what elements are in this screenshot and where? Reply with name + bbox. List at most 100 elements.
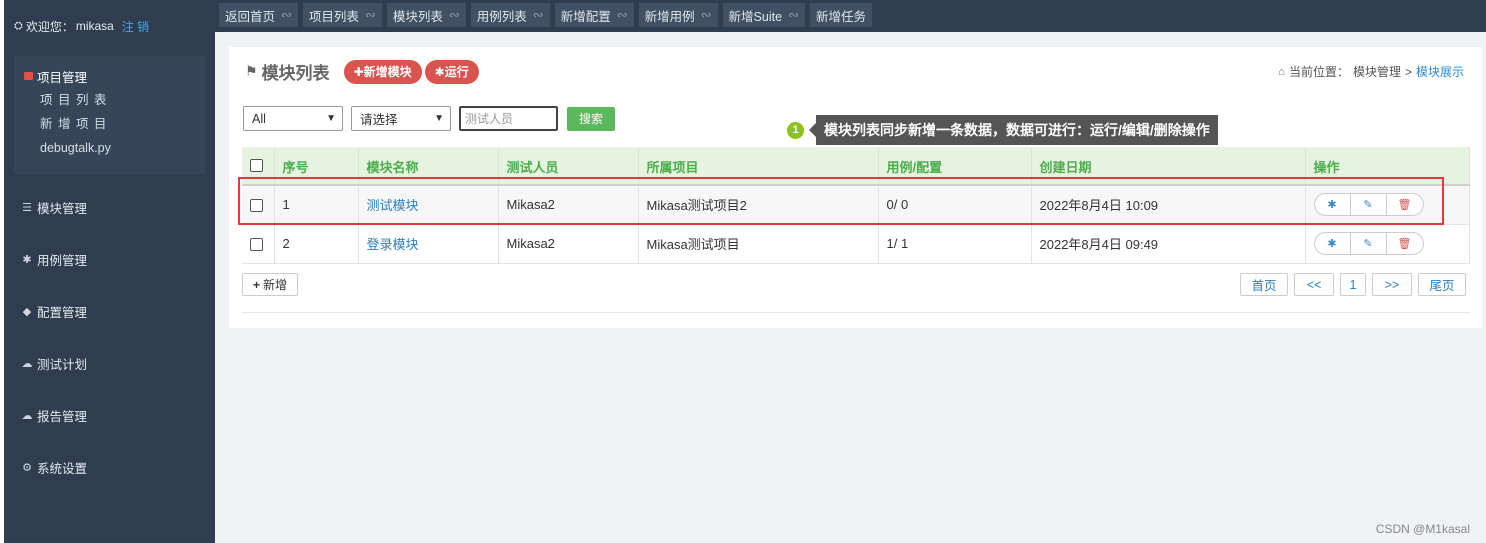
wave-icon: ∾ bbox=[281, 7, 292, 22]
sidebar-item-label: 用例管理 bbox=[37, 254, 88, 268]
chevron-down-icon: ▼ bbox=[434, 113, 444, 124]
page-last-button[interactable]: 尾页 bbox=[1418, 273, 1466, 296]
wave-icon: ∾ bbox=[616, 7, 628, 22]
table-row: 1 测试模块 Mikasa2 Mikasa测试项目2 0/ 0 2022年8月4… bbox=[242, 185, 1470, 225]
sidebar-item-label: 系统设置 bbox=[37, 462, 88, 476]
watermark: CSDN @M1kasal bbox=[1375, 522, 1470, 536]
table-row: 2 登录模块 Mikasa2 Mikasa测试项目 1/ 1 2022年8月4日… bbox=[242, 224, 1470, 264]
bug-icon: ✱ bbox=[434, 64, 445, 79]
cell-counts: 0/ 0 bbox=[878, 185, 1032, 225]
plus-icon: ✚ bbox=[353, 64, 364, 79]
tab-case-list[interactable]: 用例列表 ∾ bbox=[470, 3, 550, 27]
col-module-name: 模块名称 bbox=[358, 147, 499, 186]
bug-icon: ✱ bbox=[22, 254, 32, 266]
breadcrumb: ⌂ 当前位置： 模块管理 > 模块展示 bbox=[1278, 63, 1464, 80]
row-select-cell bbox=[242, 185, 275, 225]
add-module-label: 新增模块 bbox=[363, 65, 412, 79]
select-all-checkbox[interactable] bbox=[250, 159, 263, 173]
home-icon: ⌂ bbox=[1278, 65, 1285, 78]
project-menu: 项目管理 项 目 列 表 新 增 项 目 debugtalk.py bbox=[14, 56, 205, 174]
filter-bar: All ▼ 请选择 ▼ 测试人员 搜索 bbox=[243, 106, 616, 131]
tab-label: 模块列表 bbox=[392, 9, 443, 24]
add-row-button[interactable]: + 新增 bbox=[242, 273, 299, 296]
page-next-button[interactable]: >> bbox=[1372, 273, 1412, 296]
cell-module-name-link[interactable]: 登录模块 bbox=[358, 224, 499, 264]
col-actions: 操作 bbox=[1305, 147, 1470, 186]
flag-icon: ⚑ bbox=[245, 63, 258, 79]
breadcrumb-prefix: 当前位置： bbox=[1288, 65, 1349, 79]
sidebar-item-module[interactable]: ☰ 模块管理 bbox=[20, 198, 87, 217]
run-row-button[interactable]: ✱ bbox=[1315, 194, 1351, 216]
delete-row-button[interactable]: 🗑 bbox=[1387, 233, 1423, 254]
tab-module-list[interactable]: 模块列表 ∾ bbox=[386, 3, 466, 27]
wave-icon: ∾ bbox=[448, 7, 460, 22]
sidebar-item-testcase[interactable]: ✱ 用例管理 bbox=[20, 250, 87, 269]
trash-icon: 🗑 bbox=[1397, 238, 1412, 250]
wave-icon: ∾ bbox=[532, 7, 544, 22]
col-project: 所属项目 bbox=[638, 147, 879, 186]
edit-row-button[interactable]: ✎ bbox=[1351, 233, 1387, 254]
top-nav: 返回首页 ∾ 项目列表 ∾ 模块列表 ∾ 用例列表 ∾ 新增配置 ∾ 新增用例 ∾ 新增Su… bbox=[215, 0, 1486, 32]
tab-home[interactable]: 返回首页 ∾ bbox=[219, 3, 298, 27]
sidebar-item-report[interactable]: ☁ 报告管理 bbox=[20, 406, 88, 425]
tab-add-case[interactable]: 新增用例 ∾ bbox=[638, 3, 718, 27]
bug-icon: ✱ bbox=[1327, 199, 1337, 212]
sidebar-item-config[interactable]: ◆ 配置管理 bbox=[20, 302, 87, 321]
tab-label: 新增Suite bbox=[728, 9, 783, 24]
search-button[interactable]: 搜索 bbox=[567, 106, 616, 131]
sidebar-item-add-project[interactable]: 新 增 项 目 bbox=[14, 112, 205, 136]
project-menu-title[interactable]: 项目管理 bbox=[14, 64, 205, 88]
tab-label: 用例列表 bbox=[476, 9, 527, 24]
edit-row-button[interactable]: ✎ bbox=[1351, 194, 1387, 216]
project-select-value: All bbox=[252, 111, 266, 126]
breadcrumb-sep: > bbox=[1404, 64, 1412, 79]
folder-icon bbox=[24, 72, 33, 80]
cell-created: 2022年8月4日 09:49 bbox=[1031, 224, 1306, 264]
delete-row-button[interactable]: 🗑 bbox=[1387, 194, 1423, 215]
sidebar-item-project-list[interactable]: 项 目 列 表 bbox=[14, 88, 205, 112]
project-menu-label: 项目管理 bbox=[37, 70, 88, 85]
run-row-button[interactable]: ✱ bbox=[1315, 233, 1351, 254]
wave-icon: ∾ bbox=[364, 7, 376, 22]
page-number-button[interactable]: 1 bbox=[1340, 273, 1366, 296]
page-title: 模块列表 bbox=[261, 64, 330, 83]
sidebar-item-settings[interactable]: ⚙ 系统设置 bbox=[20, 458, 87, 477]
cell-counts: 1/ 1 bbox=[878, 224, 1032, 264]
trash-icon: 🗑 bbox=[1397, 199, 1412, 212]
divider bbox=[242, 312, 1470, 313]
user-select[interactable]: 请选择 ▼ bbox=[351, 106, 451, 131]
add-row-label: 新增 bbox=[263, 278, 288, 292]
table-header-row: 序号 模块名称 测试人员 所属项目 用例/配置 创建日期 操作 bbox=[242, 147, 1470, 186]
col-created: 创建日期 bbox=[1031, 147, 1306, 186]
tester-input[interactable]: 测试人员 bbox=[459, 106, 558, 131]
cell-project: Mikasa测试项目 bbox=[638, 224, 879, 264]
tab-add-suite[interactable]: 新增Suite ∾ bbox=[722, 3, 805, 27]
page-first-button[interactable]: 首页 bbox=[1240, 273, 1288, 296]
project-select[interactable]: All ▼ bbox=[243, 106, 343, 131]
breadcrumb-parent[interactable]: 模块管理 bbox=[1353, 63, 1401, 80]
tooltip-text: 模块列表同步新增一条数据，数据可进行：运行/编辑/删除操作 bbox=[809, 115, 1218, 145]
tab-label: 项目列表 bbox=[308, 9, 359, 24]
wave-icon: ∾ bbox=[788, 7, 799, 22]
logout-link[interactable]: 注 销 bbox=[122, 18, 149, 35]
tags-icon: ◆ bbox=[22, 306, 32, 318]
run-button[interactable]: ✱ 运行 bbox=[424, 59, 479, 84]
col-tester: 测试人员 bbox=[498, 147, 639, 186]
tab-project-list[interactable]: 项目列表 ∾ bbox=[302, 3, 382, 27]
cell-module-name-link[interactable]: 测试模块 bbox=[358, 185, 499, 225]
row-checkbox[interactable] bbox=[250, 199, 263, 213]
cell-tester: Mikasa2 bbox=[498, 185, 639, 225]
tab-add-config[interactable]: 新增配置 ∾ bbox=[554, 3, 634, 27]
sidebar-item-debugtalk[interactable]: debugtalk.py bbox=[14, 136, 205, 160]
row-checkbox[interactable] bbox=[250, 238, 263, 252]
dashboard-icon: ⛭ bbox=[14, 19, 23, 32]
module-table: 序号 模块名称 测试人员 所属项目 用例/配置 创建日期 操作 1 测试模块 M… bbox=[242, 147, 1470, 264]
breadcrumb-current[interactable]: 模块展示 bbox=[1416, 63, 1464, 80]
add-module-button[interactable]: ✚ 新增模块 bbox=[343, 59, 422, 84]
tab-add-task[interactable]: 新增任务 bbox=[809, 3, 872, 27]
chevron-down-icon: ▼ bbox=[326, 113, 336, 124]
cell-created: 2022年8月4日 10:09 bbox=[1031, 185, 1306, 225]
sidebar-item-plan[interactable]: ☁ 测试计划 bbox=[20, 354, 88, 373]
page-prev-button[interactable]: << bbox=[1294, 273, 1334, 296]
cell-index: 2 bbox=[274, 224, 359, 264]
